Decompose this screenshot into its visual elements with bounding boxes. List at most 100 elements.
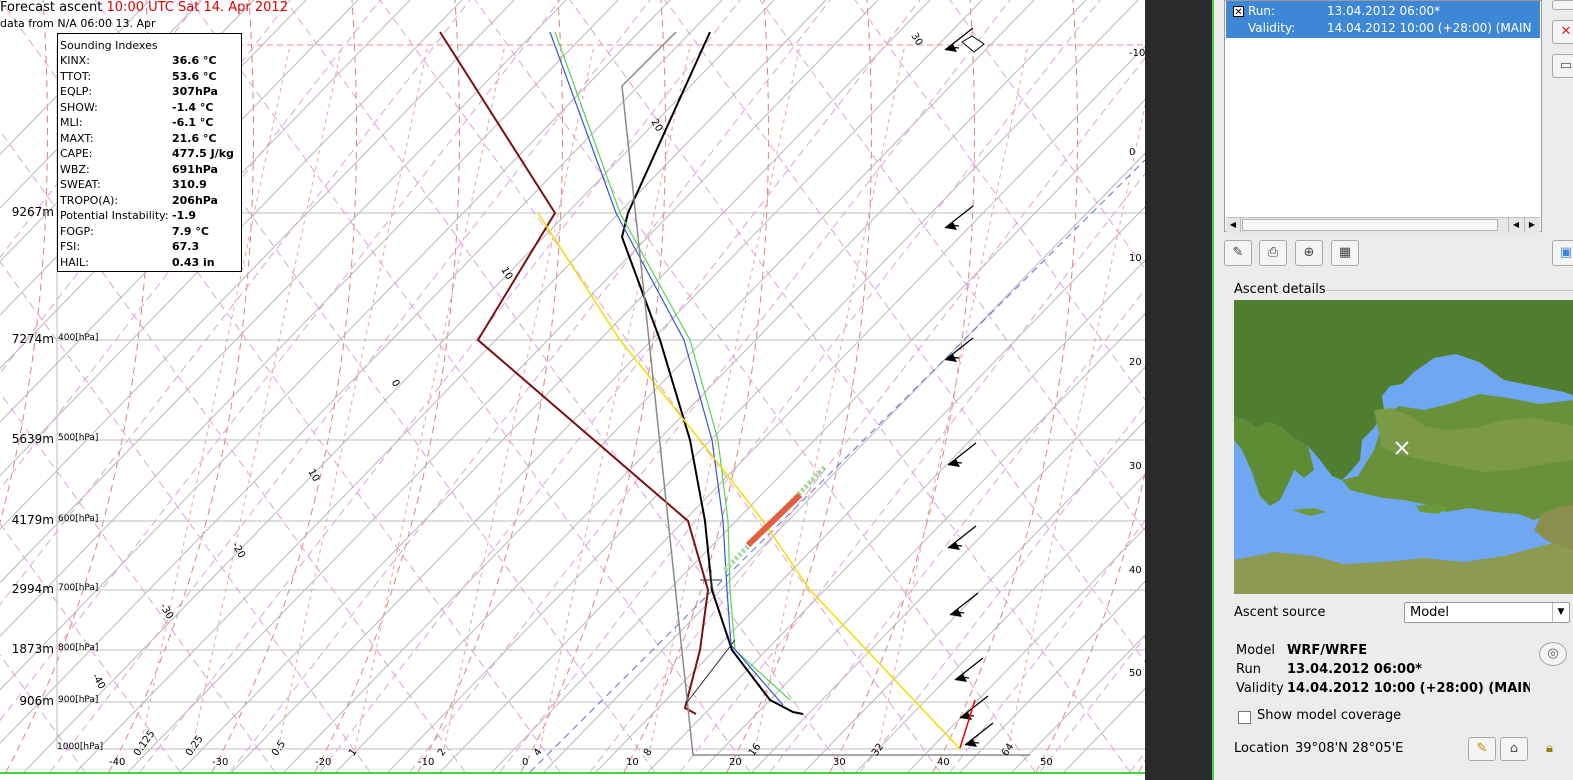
index-row: TTOT: 53.6 °C [60,70,240,85]
isotherm-line [959,580,1145,772]
open-button[interactable]: ▣ [1552,240,1573,266]
index-row: EQLP: 307hPa [60,85,240,100]
index-row: FSI: 67.3 [60,240,240,255]
index-name: Potential Instability: [60,209,169,222]
height-label: 9267m [11,205,54,219]
target-button[interactable]: ⊕ [1295,240,1323,266]
run-list[interactable]: ✕ Run: 13.04.2012 06:00* Validity: 14.04… [1224,0,1542,233]
location-map[interactable] [1234,300,1573,594]
dry-adiabat-line [520,0,666,772]
temperature-tick: 50 [1040,757,1053,768]
panel-separator[interactable] [1145,0,1212,780]
index-row: SWEAT: 310.9 [60,178,240,193]
height-label: 5639m [11,432,54,446]
parcel-curve [549,31,784,706]
virtual-temperature-curve [554,31,791,701]
right-temp-tick: 50 [1129,668,1142,679]
horizontal-scrollbar[interactable]: ◀ ◀ ▶ [1226,217,1540,233]
moist-adiabat-line [319,0,921,772]
refresh-icon[interactable]: ◎ [1539,642,1567,666]
zero-isotherm-line [529,159,1145,772]
index-value: 0.43 in [172,255,215,269]
index-name: TTOT: [60,69,92,83]
isotherm-line [907,527,1145,772]
pressure-label: 1000[hPa] [57,742,104,752]
pressure-label: 900[hPa] [58,695,99,705]
show-model-coverage-checkbox[interactable] [1238,711,1251,724]
height-label: 2994m [11,582,54,596]
run-list-item-selected[interactable]: ✕ Run: 13.04.2012 06:00* Validity: 14.04… [1226,1,1540,38]
side-button-top[interactable] [1552,0,1573,10]
index-value: 691hPa [172,162,218,176]
temperature-tick: 40 [937,757,950,768]
ascent-source-label: Ascent source [1234,605,1326,620]
index-name: SHOW: [60,100,98,114]
validity-detail-value: 14.04.2012 10:00 (+28:00) (MAIN [1287,681,1530,696]
temperature-tick: 10 [626,757,639,768]
pressure-label: 800[hPa] [58,643,99,653]
right-temp-tick: 10 [1129,253,1142,264]
run-value: 13.04.2012 06:00* [1327,4,1441,18]
index-value: 7.9 °C [172,224,209,238]
isotherm-line [751,366,1145,772]
skewt-diagram[interactable]: Forecast ascent 10:00 UTC Sat 14. Apr 20… [0,0,1145,772]
delete-button[interactable]: ✕ [1552,20,1573,44]
lock-icon[interactable]: 🔒︎ [1546,741,1553,756]
index-value: 307hPa [172,85,218,98]
index-row: SHOW: -1.4 °C [60,101,240,116]
sounding-indexes-title: Sounding Indexes [60,39,158,52]
chevron-down-icon[interactable]: ▼ [1552,603,1569,622]
index-row: TROPO(A): 206hPa [60,194,240,209]
moist-adiabat-line [284,0,846,772]
home-icon[interactable]: ⌂ [1500,737,1528,761]
right-temp-tick: 40 [1129,565,1142,576]
side-panel: ✕ Run: 13.04.2012 06:00* Validity: 14.04… [1212,0,1573,780]
edit-pencil-button[interactable]: ✎ [1224,240,1252,266]
ascent-details-title: Ascent details [1234,282,1326,297]
height-label: 1873m [11,642,54,656]
reference-curve [621,31,1030,756]
isotherm-line [179,0,931,772]
location-value: 39°08'N 28°05'E [1295,741,1404,756]
scrollbar-thumb[interactable] [1242,219,1498,231]
index-name: FOGP: [60,224,94,238]
temperature-tick: -10 [418,757,435,768]
location-label: Location [1234,741,1289,756]
scroll-right-icon[interactable]: ▶ [1524,218,1539,232]
edit-location-pencil-icon[interactable]: ✎ [1468,737,1496,761]
run-checkbox[interactable]: ✕ [1233,6,1244,18]
index-name: SWEAT: [60,178,101,191]
model-value: WRF/WRFE [1287,643,1368,658]
isotherm-line [699,313,1145,772]
index-value: 206hPa [172,193,218,207]
run-detail-value: 13.04.2012 06:00* [1287,662,1422,677]
index-name: HAIL: [60,255,89,269]
temperature-tick: -30 [212,757,229,768]
scroll-left-icon[interactable]: ◀ [1226,218,1241,232]
pressure-label: 400[hPa] [58,333,99,343]
validity-value: 14.04.2012 10:00 (+28:00) (MAIN [1327,21,1532,35]
index-value: -1.9 [172,209,197,222]
print-button[interactable]: ⎙ [1259,240,1287,266]
validity-label: Validity: [1248,21,1296,35]
isotherm-line [595,206,1145,772]
temperature-tick: -20 [315,757,332,768]
scroll-left-icon-2[interactable]: ◀ [1508,218,1523,232]
moist-adiabat-line [474,0,1036,772]
moist-adiabat-line [1129,751,1145,772]
grid-button[interactable]: ▦ [1331,240,1359,266]
index-row: MLI: -6.1 °C [60,116,240,131]
ascent-source-select[interactable]: Model ▼ [1404,602,1570,623]
index-value: -1.4 °C [172,100,214,114]
group-divider [1326,290,1573,291]
mixing-ratio-line [539,44,691,750]
index-value: 67.3 [172,240,200,253]
index-name: MAXT: [60,131,94,145]
side-tool-button[interactable]: ▭ [1552,54,1573,78]
sounding-indexes-box: Sounding Indexes KINX: 36.6 °C TTOT: 53.6 °… [57,33,242,272]
mixing-ratio-line [1007,103,1145,750]
pressure-label: 500[hPa] [58,433,99,443]
right-temp-tick: 0 [1129,147,1136,158]
index-row: HAIL: 0.43 in [60,256,240,271]
right-temp-tick: 20 [1129,357,1142,368]
